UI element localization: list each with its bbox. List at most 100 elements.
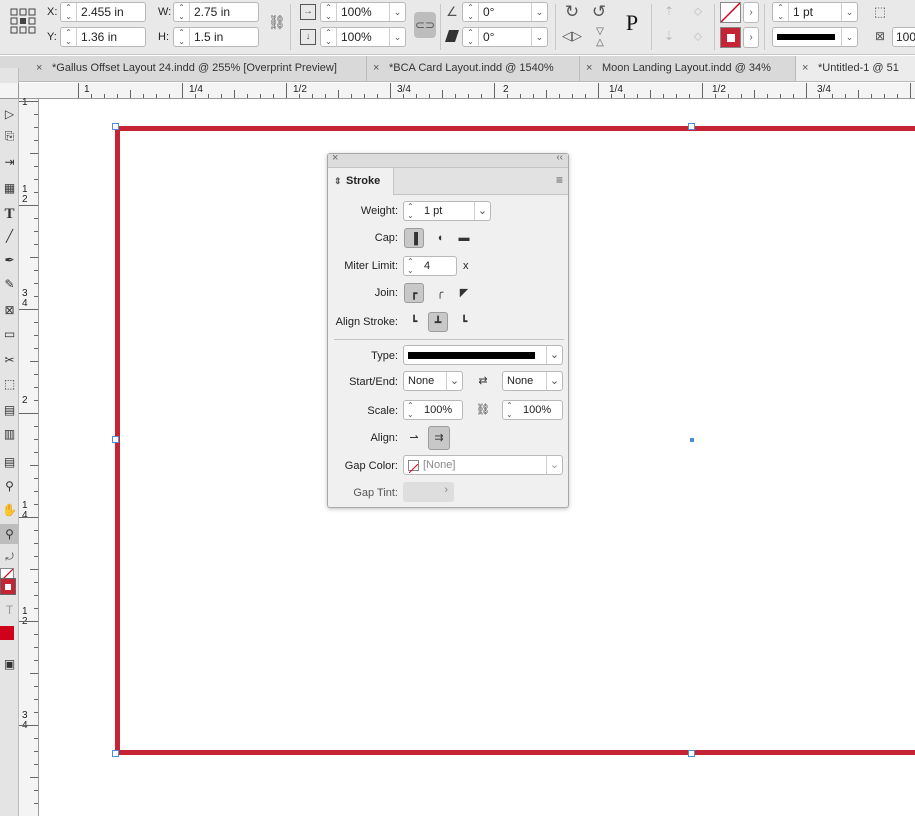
chevron-down-icon[interactable]: ⌄ [841, 3, 857, 21]
chevron-down-icon[interactable]: ⌄ [531, 28, 547, 46]
rectangle-tool-icon[interactable]: ▭ [0, 324, 19, 344]
fill-none-swatch-icon[interactable] [720, 2, 741, 23]
close-icon[interactable]: × [586, 56, 592, 81]
panel-menu-icon[interactable]: ≡ [556, 173, 563, 187]
expand-toggle-icon[interactable]: ⇕ [334, 168, 342, 195]
chevron-down-icon[interactable]: ⌄ [841, 28, 857, 46]
chevron-down-icon[interactable]: ⌄ [389, 3, 405, 21]
place-arrowhead-inside-icon[interactable]: ⇉ [428, 426, 450, 450]
stroke-weight-field[interactable]: ⌃ ⌄ 1 pt ⌄ [772, 2, 858, 22]
close-icon[interactable]: × [36, 56, 42, 81]
scale-x-stepper-icon[interactable]: ⌃ ⌄ [321, 3, 337, 21]
stroke-type-field[interactable]: ⌄ [772, 27, 858, 47]
chevron-down-icon[interactable]: ⌄ [389, 28, 405, 46]
scale-start-stepper-icon[interactable]: ⌃ ⌄ [407, 401, 414, 419]
h-stepper-icon[interactable]: ⌃ ⌄ [174, 28, 190, 46]
close-icon[interactable]: × [373, 56, 379, 81]
align-inside-button[interactable]: ┻ [428, 312, 448, 332]
x-stepper-icon[interactable]: ⌃ ⌄ [61, 3, 77, 21]
w-field[interactable]: ⌃ ⌄ 2.75 in [173, 2, 259, 22]
rotate-stepper-icon[interactable]: ⌃ ⌄ [463, 3, 479, 21]
screen-mode-icon[interactable]: ▣ [0, 654, 19, 674]
tab-stroke[interactable]: ⇕ Stroke [328, 168, 394, 195]
close-icon[interactable]: × [802, 56, 808, 81]
gap-tint-field[interactable]: › [403, 482, 454, 502]
horizontal-ruler[interactable]: 1 1/4 1/2 3/4 2 1/4 1/2 3/4 [19, 83, 915, 99]
resize-handle-middle-left[interactable] [112, 436, 119, 443]
swap-start-end-icon[interactable]: ⇄ [473, 371, 493, 391]
resize-handle-top-left[interactable] [112, 123, 119, 130]
gradient-feather-tool-icon[interactable]: ▥ [0, 424, 19, 444]
stroke-type-select[interactable]: ⌄ [403, 345, 563, 365]
note-tool-icon[interactable]: ▤ [0, 452, 19, 472]
rotate-counterclockwise-icon[interactable]: ↺ [589, 2, 609, 22]
content-collector-icon[interactable]: ▦ [0, 178, 19, 198]
link-scale-icon[interactable]: ⊂⊃ [414, 12, 436, 38]
reference-point-icon[interactable] [10, 8, 36, 34]
miter-limit-field[interactable]: ⌃ ⌄ 4 [403, 256, 457, 276]
scale-x-field[interactable]: ⌃ ⌄ 100% ⌄ [320, 2, 406, 22]
stroke-swatch-icon[interactable] [720, 27, 741, 48]
close-icon[interactable]: × [332, 152, 338, 164]
gradient-swatch-tool-icon[interactable]: ▤ [0, 400, 19, 420]
y-field[interactable]: ⌃ ⌄ 1.36 in [60, 27, 146, 47]
rotate-clockwise-icon[interactable]: ↻ [562, 2, 582, 22]
round-cap-button[interactable]: ◖ [430, 228, 450, 248]
select-content-icon[interactable]: ⬦ [688, 4, 708, 22]
hand-tool-icon[interactable]: ✋ [0, 500, 19, 520]
type-tool-icon[interactable]: T [0, 204, 19, 224]
chevron-down-icon[interactable]: ⌄ [446, 372, 462, 390]
rectangle-frame-tool-icon[interactable]: ⊠ [0, 300, 19, 320]
extend-arrowhead-icon[interactable]: ⇀ [404, 428, 424, 448]
scale-y-stepper-icon[interactable]: ⌃ ⌄ [321, 28, 337, 46]
swap-fill-stroke-icon[interactable]: ⤾ [0, 548, 19, 568]
scissors-tool-icon[interactable]: ✂ [0, 350, 19, 370]
w-stepper-icon[interactable]: ⌃ ⌄ [174, 3, 190, 21]
resize-handle-bottom-left[interactable] [112, 750, 119, 757]
resize-handle-top-center[interactable] [688, 123, 695, 130]
flip-horizontal-icon[interactable]: ◁▷ [562, 28, 582, 48]
miter-stepper-icon[interactable]: ⌃ ⌄ [407, 257, 414, 275]
chevron-down-icon[interactable]: ⌄ [474, 202, 490, 220]
transparency-icon[interactable]: ⊠ [872, 29, 888, 45]
round-join-button[interactable]: ╭ [430, 283, 450, 303]
flip-vertical-icon[interactable]: ▽ △ [590, 26, 610, 50]
butt-cap-button[interactable]: ▐ [404, 228, 424, 248]
chevron-down-icon[interactable]: ⌄ [531, 3, 547, 21]
chevron-down-icon[interactable]: ⌄ [546, 372, 562, 390]
bevel-join-button[interactable]: ◤ [454, 283, 474, 303]
link-scale-icon[interactable]: ⛓ [473, 400, 493, 420]
weight-field[interactable]: ⌃ ⌄ 1 pt ⌄ [403, 201, 491, 221]
align-outside-button[interactable]: ┗ [454, 312, 474, 332]
chevron-right-icon[interactable]: › [444, 484, 448, 496]
eyedropper-tool-icon[interactable]: ⚲ [0, 476, 19, 496]
end-select[interactable]: None ⌄ [502, 371, 563, 391]
shear-stepper-icon[interactable]: ⌃ ⌄ [463, 28, 479, 46]
ruler-origin[interactable] [0, 83, 19, 99]
scale-start-field[interactable]: ⌃ ⌄ 100% [403, 400, 463, 420]
weight-stepper-icon[interactable]: ⌃ ⌄ [407, 202, 414, 220]
select-next-icon[interactable]: ⬦ [688, 29, 708, 47]
apply-color-icon[interactable] [0, 626, 14, 640]
x-field[interactable]: ⌃ ⌄ 2.455 in [60, 2, 146, 22]
gap-color-select[interactable]: [None] ⌄ [403, 455, 563, 475]
tab-gallus-offset[interactable]: × *Gallus Offset Layout 24.indd @ 255% [… [30, 56, 367, 81]
select-container-icon[interactable]: ⇡ [660, 4, 678, 22]
direct-selection-tool-icon[interactable]: ▷ [0, 104, 19, 124]
shear-field[interactable]: ⌃ ⌄ 0° ⌄ [462, 27, 548, 47]
tab-bca-card[interactable]: × *BCA Card Layout.indd @ 1540% [367, 56, 580, 81]
vertical-ruler[interactable]: 1 12 34 2 14 12 34 [19, 97, 39, 816]
line-tool-icon[interactable]: ╱ [0, 226, 19, 246]
scale-end-stepper-icon[interactable]: ⌃ ⌄ [506, 401, 513, 419]
start-select[interactable]: None ⌄ [403, 371, 463, 391]
free-transform-tool-icon[interactable]: ⬚ [0, 374, 19, 394]
chevron-down-icon[interactable]: ⌄ [546, 346, 562, 364]
chevron-right-icon[interactable]: › [743, 27, 759, 48]
pen-tool-icon[interactable]: ✒ [0, 250, 19, 270]
opacity-field[interactable]: 100 [892, 27, 915, 47]
scale-end-field[interactable]: ⌃ ⌄ 100% [502, 400, 563, 420]
rotate-field[interactable]: ⌃ ⌄ 0° ⌄ [462, 2, 548, 22]
h-field[interactable]: ⌃ ⌄ 1.5 in [173, 27, 259, 47]
page-tool-icon[interactable]: ⎘ [0, 126, 19, 146]
stroke-swatch-icon[interactable] [0, 578, 16, 595]
